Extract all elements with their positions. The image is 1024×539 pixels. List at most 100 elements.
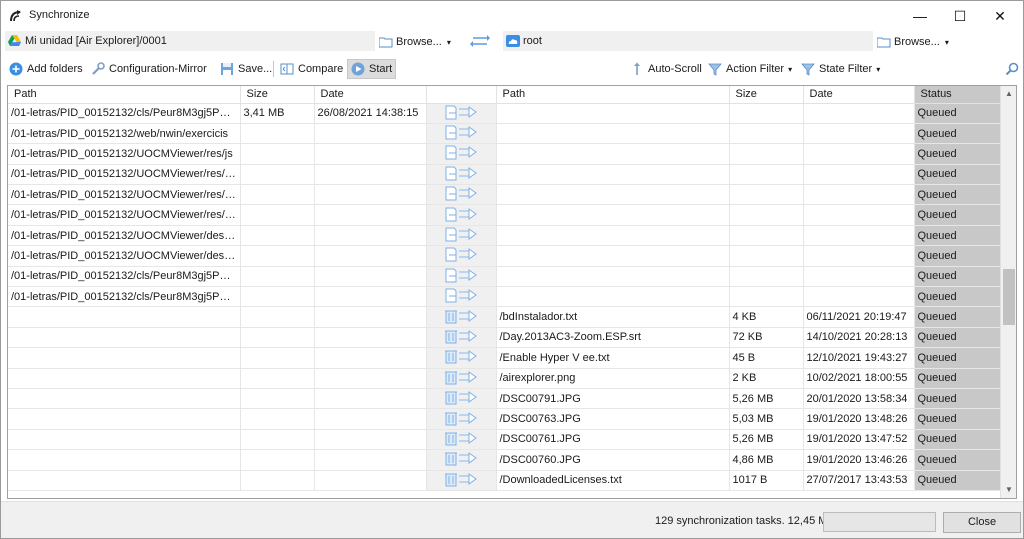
cell-left-date	[314, 123, 427, 145]
state-filter-dropdown[interactable]: State Filter ▾	[798, 59, 883, 79]
cell-status: Queued	[914, 225, 1003, 247]
cell-left-date	[314, 408, 427, 430]
swap-direction-icon[interactable]	[469, 32, 491, 50]
cell-left-path: /01-letras/PID_00152132/UOCMViewer/desar…	[8, 225, 241, 247]
table-row[interactable]: /01-letras/PID_00152132/UOCMViewer/res/c…	[8, 204, 1003, 226]
cell-status: Queued	[914, 347, 1003, 369]
right-browse-button[interactable]: Browse... ▾	[876, 33, 949, 51]
cell-right-size: 2 KB	[729, 368, 804, 389]
cell-left-path	[8, 449, 241, 471]
add-folders-button[interactable]: Add folders	[6, 59, 86, 79]
table-row[interactable]: /01-letras/PID_00152132/UOCMViewer/desar…	[8, 225, 1003, 247]
cell-right-path: /airexplorer.png	[496, 368, 730, 389]
cell-left-size	[240, 388, 315, 410]
cell-left-size	[240, 286, 315, 308]
auto-scroll-toggle[interactable]: Auto-Scroll	[627, 59, 705, 79]
column-header-right-path[interactable]: Path	[496, 86, 730, 104]
table-row[interactable]: /01-letras/PID_00152132/cls/Peur8M3gj5Pw…	[8, 266, 1003, 288]
table-row[interactable]: /01-letras/PID_00152132/web/nwin/exercic…	[8, 123, 1003, 145]
table-row[interactable]: /01-letras/PID_00152132/UOCMViewer/res/j…	[8, 143, 1003, 165]
compare-button[interactable]: Compare	[277, 59, 346, 79]
cell-right-path	[496, 184, 730, 206]
cell-status: Queued	[914, 470, 1003, 491]
column-header-left-date[interactable]: Date	[314, 86, 427, 104]
folder-icon	[378, 37, 393, 48]
delete-action-icon	[426, 408, 497, 430]
save-button[interactable]: Save...	[217, 59, 275, 79]
column-header-action[interactable]	[426, 86, 497, 104]
left-path-text: Mi unidad [Air Explorer]/0001	[25, 35, 167, 47]
compare-icon	[280, 63, 294, 75]
cell-status: Queued	[914, 103, 1003, 124]
scroll-up-icon[interactable]: ▲	[1004, 89, 1014, 99]
cell-status: Queued	[914, 368, 1003, 389]
cell-right-date: 10/02/2021 18:00:55	[803, 368, 915, 389]
table-row[interactable]: /bdInstalador.txt 4 KB 06/11/2021 20:19:47…	[8, 306, 1003, 328]
cell-left-size	[240, 245, 315, 267]
table-row[interactable]: /01-letras/PID_00152132/UOCMViewer/res/g…	[8, 184, 1003, 206]
start-button[interactable]: Start	[347, 59, 397, 79]
cell-right-path	[496, 143, 730, 165]
scroll-down-icon[interactable]: ▼	[1004, 485, 1014, 495]
delete-action-icon	[426, 306, 497, 328]
table-row[interactable]: /DSC00763.JPG 5,03 MB 19/01/2020 13:48:26 Q…	[8, 408, 1003, 430]
table-row[interactable]: /DSC00760.JPG 4,86 MB 19/01/2020 13:46:26 Q…	[8, 449, 1003, 471]
cell-right-path: /bdInstalador.txt	[496, 306, 730, 328]
close-window-button[interactable]: ✕	[977, 1, 1023, 31]
cell-left-date	[314, 245, 427, 267]
table-row[interactable]: /01-letras/PID_00152132/cls/Peur8M3gj5Pw…	[8, 103, 1003, 124]
left-browse-label: Browse...	[396, 36, 442, 48]
table-row[interactable]: /DSC00791.JPG 5,26 MB 20/01/2020 13:58:34 Q…	[8, 388, 1003, 410]
right-path-bar[interactable]: root	[503, 31, 873, 51]
delete-action-icon	[426, 327, 497, 349]
cell-right-date: 06/11/2021 20:19:47	[803, 306, 915, 328]
configuration-button[interactable]: Configuration-Mirror	[88, 59, 210, 79]
add-icon	[9, 62, 23, 76]
sync-task-grid[interactable]: Path Size Date Path Size Date Status /01…	[7, 85, 1017, 499]
cell-left-size	[240, 449, 315, 471]
table-row[interactable]: /airexplorer.png 2 KB 10/02/2021 18:00:55 Q…	[8, 368, 1003, 389]
upload-action-icon	[426, 123, 497, 145]
table-row[interactable]: /Enable Hyper V ee.txt 45 B 12/10/2021 19:…	[8, 347, 1003, 369]
scrollbar-thumb[interactable]	[1003, 269, 1015, 325]
cell-status: Queued	[914, 388, 1003, 410]
table-row[interactable]: /DSC00761.JPG 5,26 MB 19/01/2020 13:47:52 Q…	[8, 429, 1003, 451]
cell-left-date	[314, 449, 427, 471]
cell-left-size	[240, 327, 315, 349]
table-row[interactable]: /DownloadedLicenses.txt 1017 B 27/07/2017 …	[8, 470, 1003, 491]
table-row[interactable]: /01-letras/PID_00152132/UOCMViewer/res/i…	[8, 164, 1003, 186]
table-row[interactable]: /Day.2013AC3-Zoom.ESP.srt 72 KB 14/10/2021…	[8, 327, 1003, 349]
save-icon	[221, 63, 233, 75]
cell-right-date	[803, 123, 915, 145]
cell-left-date	[314, 306, 427, 328]
cloud-icon	[506, 35, 520, 47]
cell-left-path: /01-letras/PID_00152132/UOCMViewer/res/c…	[8, 204, 241, 226]
action-filter-label: Action Filter	[726, 63, 785, 75]
cell-status: Queued	[914, 327, 1003, 349]
cell-left-size	[240, 143, 315, 165]
cell-right-date: 19/01/2020 13:46:26	[803, 449, 915, 471]
upload-action-icon	[426, 266, 497, 288]
wrench-icon	[92, 62, 105, 75]
column-header-right-date[interactable]: Date	[803, 86, 915, 104]
column-header-left-path[interactable]: Path	[8, 86, 241, 104]
column-header-left-size[interactable]: Size	[240, 86, 315, 104]
cell-right-size: 72 KB	[729, 327, 804, 349]
left-path-bar[interactable]: Mi unidad [Air Explorer]/0001	[5, 31, 375, 51]
cell-right-path	[496, 266, 730, 288]
column-header-status[interactable]: Status	[914, 86, 1003, 104]
chevron-down-icon: ▾	[446, 37, 451, 47]
action-filter-dropdown[interactable]: Action Filter ▾	[705, 59, 795, 79]
table-row[interactable]: /01-letras/PID_00152132/UOCMViewer/desar…	[8, 245, 1003, 267]
vertical-scrollbar[interactable]: ▲ ▼	[1000, 86, 1016, 498]
cell-left-date	[314, 429, 427, 451]
delete-action-icon	[426, 388, 497, 410]
column-header-right-size[interactable]: Size	[729, 86, 804, 104]
close-button[interactable]: Close	[943, 512, 1021, 533]
search-button[interactable]	[1002, 59, 1022, 79]
cell-right-date: 20/01/2020 13:58:34	[803, 388, 915, 410]
filter-icon	[801, 63, 815, 76]
table-row[interactable]: /01-letras/PID_00152132/cls/Peur8M3gj5Pw…	[8, 286, 1003, 308]
cell-right-path: /DSC00763.JPG	[496, 408, 730, 430]
left-browse-button[interactable]: Browse... ▾	[378, 33, 451, 51]
